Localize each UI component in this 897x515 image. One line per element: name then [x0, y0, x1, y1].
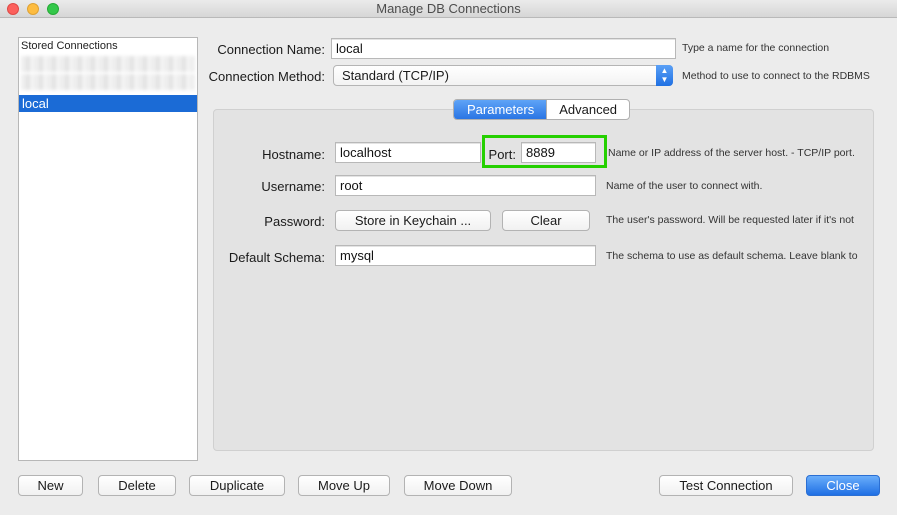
- list-item-local[interactable]: local: [19, 95, 197, 112]
- delete-connection-button[interactable]: Delete: [98, 475, 176, 496]
- connection-name-input[interactable]: local: [331, 38, 676, 59]
- connection-method-value: Standard (TCP/IP): [342, 68, 449, 83]
- hostname-input[interactable]: localhost: [335, 142, 481, 163]
- hostname-hint: Name or IP address of the server host. -…: [608, 147, 855, 159]
- move-down-button[interactable]: Move Down: [404, 475, 512, 496]
- list-item-blurred[interactable]: [21, 56, 195, 72]
- username-label: Username:: [261, 179, 325, 194]
- connection-method-select[interactable]: Standard (TCP/IP) ▲ ▼: [333, 65, 673, 86]
- store-in-keychain-button[interactable]: Store in Keychain ...: [335, 210, 491, 231]
- clear-password-button[interactable]: Clear: [502, 210, 590, 231]
- close-button[interactable]: Close: [806, 475, 880, 496]
- password-hint: The user's password. Will be requested l…: [606, 214, 854, 226]
- connection-method-hint: Method to use to connect to the RDBMS: [682, 70, 870, 82]
- default-schema-label: Default Schema:: [228, 250, 325, 265]
- hostname-label: Hostname:: [262, 147, 325, 162]
- password-label: Password:: [264, 214, 325, 229]
- tab-advanced[interactable]: Advanced: [546, 100, 629, 119]
- username-hint: Name of the user to connect with.: [606, 180, 763, 192]
- title-bar: Manage DB Connections: [0, 0, 897, 18]
- username-input[interactable]: root: [335, 175, 596, 196]
- default-schema-hint: The schema to use as default schema. Lea…: [606, 250, 858, 262]
- tab-parameters[interactable]: Parameters: [454, 100, 547, 119]
- default-schema-input[interactable]: mysql: [335, 245, 596, 266]
- stored-connections-header: Stored Connections: [21, 40, 118, 52]
- window-title: Manage DB Connections: [376, 1, 521, 16]
- connection-method-label: Connection Method:: [208, 69, 325, 84]
- updown-arrows-icon: ▲ ▼: [656, 65, 673, 86]
- connection-name-hint: Type a name for the connection: [682, 42, 830, 54]
- test-connection-button[interactable]: Test Connection: [659, 475, 793, 496]
- port-highlight-box: [482, 135, 607, 168]
- list-item-blurred[interactable]: [21, 74, 195, 90]
- duplicate-connection-button[interactable]: Duplicate: [189, 475, 285, 496]
- move-up-button[interactable]: Move Up: [298, 475, 390, 496]
- tab-bar: Parameters Advanced: [453, 99, 631, 120]
- stored-connections-list[interactable]: Stored Connections local: [18, 37, 198, 461]
- new-connection-button[interactable]: New: [18, 475, 83, 496]
- connection-name-label: Connection Name:: [217, 42, 325, 57]
